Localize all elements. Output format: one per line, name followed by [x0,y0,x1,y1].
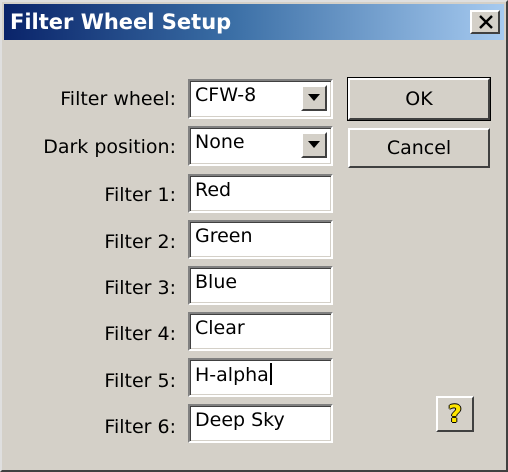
filter-2-label: Filter 2: [104,231,176,253]
dark-position-value: None [195,131,245,153]
filter-5-input[interactable]: H-alpha [188,358,333,397]
filter-1-label: Filter 1: [104,184,176,206]
filter-5-label: Filter 5: [104,370,176,392]
filter-wheel-value: CFW-8 [195,84,257,106]
filter-2-value: Green [195,225,253,247]
filter-3-input[interactable]: Blue [188,266,333,305]
filter-2-input[interactable]: Green [188,220,333,259]
window-title: Filter Wheel Setup [10,10,232,34]
filter-4-input[interactable]: Clear [188,312,333,351]
filter-6-value: Deep Sky [195,409,285,431]
filter-5-value: H-alpha [195,364,269,386]
close-icon [479,15,493,29]
chevron-down-icon [308,94,320,101]
filter-3-label: Filter 3: [104,277,176,299]
filter-4-label: Filter 4: [104,323,176,345]
dark-position-label: Dark position: [43,136,176,158]
filter-wheel-setup-dialog: Filter Wheel Setup Filter wheel: CFW-8 D… [0,0,508,472]
filter-wheel-label: Filter wheel: [60,88,176,110]
filter-wheel-select[interactable]: CFW-8 [188,79,333,119]
filter-1-value: Red [195,179,232,201]
text-cursor [269,363,272,385]
filter-3-value: Blue [195,271,238,293]
title-bar[interactable]: Filter Wheel Setup [4,4,504,40]
dark-position-dropdown-button[interactable] [301,132,327,158]
filter-wheel-dropdown-button[interactable] [301,85,327,111]
close-button[interactable] [470,10,500,34]
help-button[interactable]: ? [436,396,474,432]
filter-6-label: Filter 6: [104,416,176,438]
cancel-button[interactable]: Cancel [348,128,490,168]
dark-position-select[interactable]: None [188,126,333,166]
filter-6-input[interactable]: Deep Sky [188,404,333,443]
filter-4-value: Clear [195,317,245,339]
chevron-down-icon [308,141,320,148]
filter-1-input[interactable]: Red [188,174,333,213]
ok-button[interactable]: OK [347,77,491,121]
help-icon: ? [448,400,462,428]
